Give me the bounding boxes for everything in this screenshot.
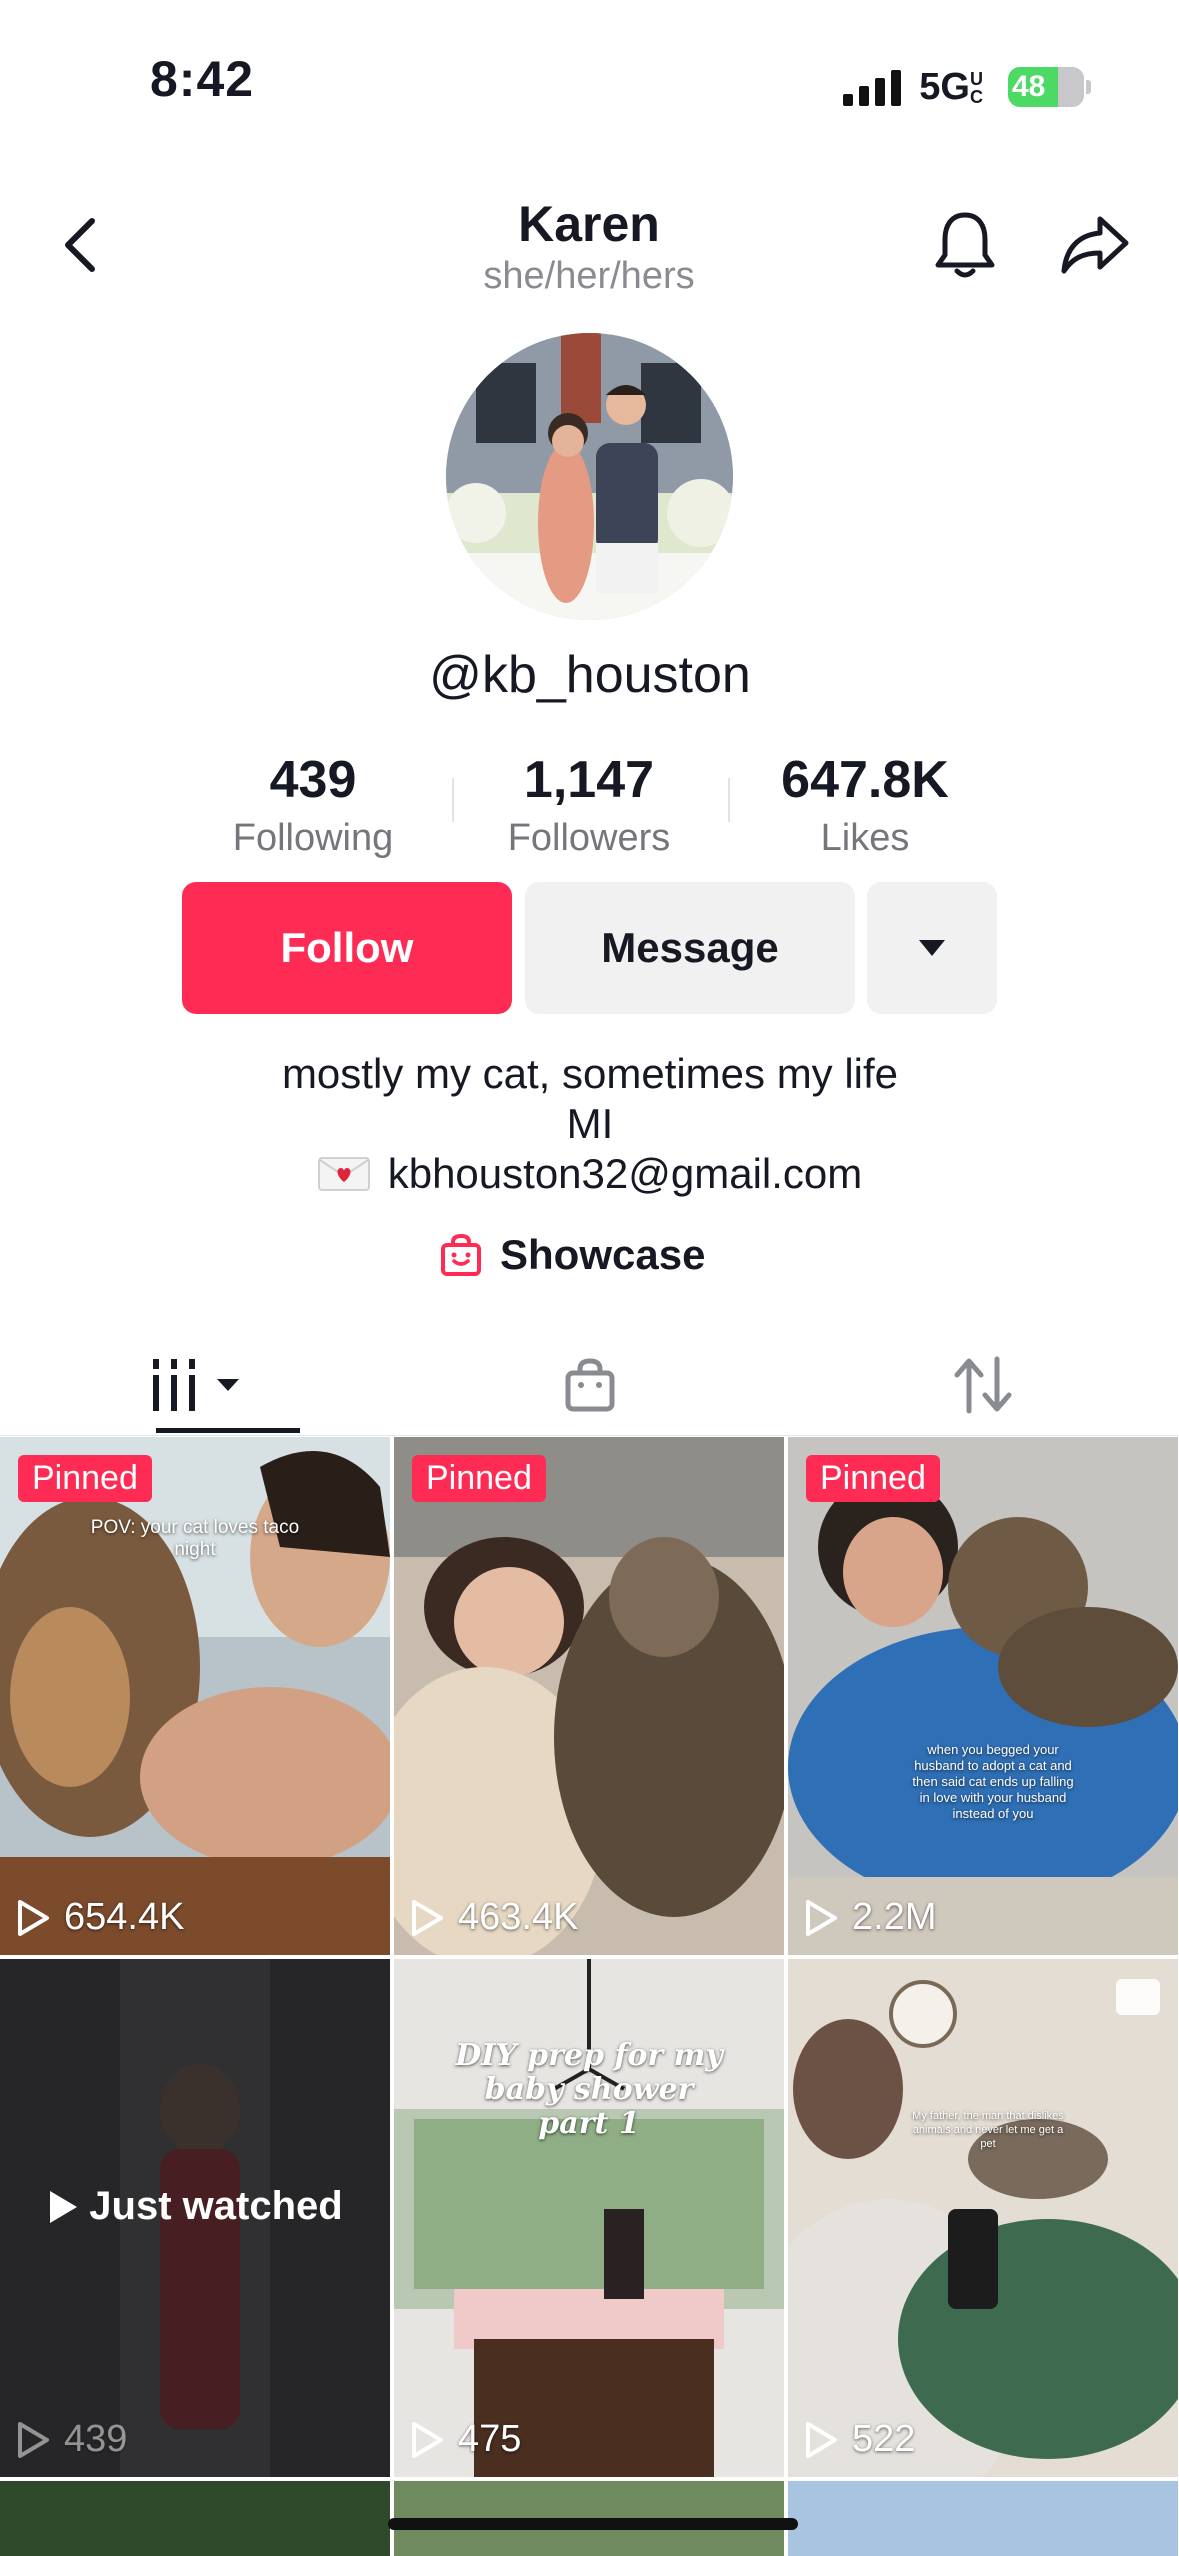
play-filled-icon	[50, 2190, 78, 2223]
showcase-label: Showcase	[500, 1231, 706, 1278]
battery-level: 48	[1012, 70, 1046, 103]
follow-button[interactable]: Follow	[182, 882, 512, 1014]
avatar[interactable]	[446, 333, 733, 620]
bio-line-1: mostly my cat, sometimes my life	[281, 1050, 899, 1097]
view-count-value: 463.4K	[458, 1896, 579, 1938]
page-title: Karen	[518, 196, 660, 252]
share-icon	[1061, 216, 1129, 274]
bio-email: kbhouston32@gmail.com	[140, 1150, 1040, 1198]
share-button[interactable]	[1050, 200, 1140, 290]
video-thumbnail[interactable]: DIY prep for my baby shower part 1 475	[394, 1959, 784, 2477]
caret-down-icon	[919, 940, 945, 956]
play-outline-icon	[18, 2421, 49, 2458]
network-subtype: UC	[970, 68, 983, 107]
videos-grid-icon	[152, 1359, 239, 1411]
video-thumbnail[interactable]	[788, 2481, 1178, 2556]
pinned-badge: Pinned	[18, 1455, 152, 1502]
bio-line-2: MI	[566, 1100, 614, 1147]
following-count: 439	[269, 751, 357, 809]
back-button[interactable]	[40, 200, 120, 290]
video-thumbnail[interactable]: My father, the man that dislikes animals…	[788, 1959, 1178, 2477]
stat-divider	[452, 778, 454, 822]
back-arrow-icon	[65, 218, 95, 272]
battery-icon: 48	[1008, 67, 1091, 107]
play-outline-icon	[412, 2421, 443, 2458]
followers-count: 1,147	[523, 751, 655, 809]
followers-label: Followers	[507, 817, 671, 859]
message-button[interactable]: Message	[525, 882, 855, 1014]
view-count-value: 654.4K	[64, 1896, 185, 1938]
username-handle: @kb_houston	[429, 646, 751, 704]
view-count-value: 439	[64, 2418, 128, 2460]
video-caption: POV: your cat loves taco night	[90, 1517, 300, 1560]
just-watched-indicator: Just watched	[0, 2184, 390, 2229]
pinned-badge: Pinned	[412, 1455, 546, 1502]
likes-count: 647.8K	[781, 751, 949, 809]
video-caption: when you begged your husband to adopt a …	[912, 1742, 1074, 1821]
email-text[interactable]: kbhouston32@gmail.com	[388, 1150, 863, 1198]
shopping-bag-icon	[441, 1233, 481, 1276]
stat-divider	[728, 778, 730, 822]
view-count: 654.4K	[16, 1896, 184, 1939]
pronouns: she/her/hers	[483, 255, 695, 297]
video-thumbnail[interactable]: Pinned 463.4K	[394, 1437, 784, 1955]
video-caption: DIY prep for my baby shower part 1	[455, 2038, 723, 2141]
avatar-photo	[446, 333, 733, 620]
tabs-divider	[0, 1435, 1179, 1436]
play-outline-icon	[806, 2421, 837, 2458]
view-count: 439	[16, 2418, 127, 2461]
tab-shop[interactable]	[393, 1335, 786, 1435]
repost-icon	[954, 1356, 1011, 1414]
view-count: 522	[804, 2418, 915, 2461]
video-thumbnail[interactable]	[0, 2481, 390, 2556]
suggested-accounts-button[interactable]	[867, 882, 997, 1014]
view-count-value: 522	[852, 2418, 916, 2460]
stat-likes[interactable]: 647.8K Likes	[745, 748, 985, 864]
view-count-value: 475	[458, 2418, 522, 2460]
home-indicator[interactable]	[388, 2518, 798, 2530]
stat-followers[interactable]: 1,147 Followers	[469, 748, 709, 864]
tab-videos[interactable]	[0, 1335, 393, 1435]
network-type: 5G	[919, 65, 970, 108]
video-thumbnail[interactable]: Just watched 439	[0, 1959, 390, 2477]
status-time: 8:42	[150, 51, 255, 107]
status-icons: 5G UC 48	[843, 62, 1091, 112]
view-count: 463.4K	[410, 1896, 578, 1939]
photo-post-icon	[1116, 1979, 1160, 2015]
video-caption: My father, the man that dislikes animals…	[912, 2110, 1064, 2150]
video-thumbnail[interactable]: Pinned when you begged your husband to a…	[788, 1437, 1178, 1955]
play-outline-icon	[18, 1899, 49, 1936]
cellular-signal-icon	[843, 68, 902, 106]
play-outline-icon	[412, 1899, 443, 1936]
following-label: Following	[232, 817, 394, 859]
bell-icon	[935, 212, 995, 278]
video-thumbnail[interactable]: Pinned POV: your cat loves taco night 65…	[0, 1437, 390, 1955]
view-count: 475	[410, 2418, 521, 2461]
pinned-badge: Pinned	[806, 1455, 940, 1502]
play-outline-icon	[806, 1899, 837, 1936]
just-watched-label: Just watched	[89, 2184, 343, 2228]
view-count-value: 2.2M	[852, 1896, 937, 1938]
view-count: 2.2M	[804, 1896, 936, 1939]
stat-following[interactable]: 439 Following	[193, 748, 433, 864]
tab-reposts[interactable]	[786, 1335, 1179, 1435]
active-tab-indicator	[156, 1428, 300, 1433]
showcase-link[interactable]: Showcase	[440, 1225, 770, 1285]
shopping-bag-icon	[565, 1358, 614, 1412]
notifications-button[interactable]	[920, 200, 1010, 290]
likes-label: Likes	[820, 817, 910, 859]
love-letter-icon	[317, 1157, 370, 1191]
